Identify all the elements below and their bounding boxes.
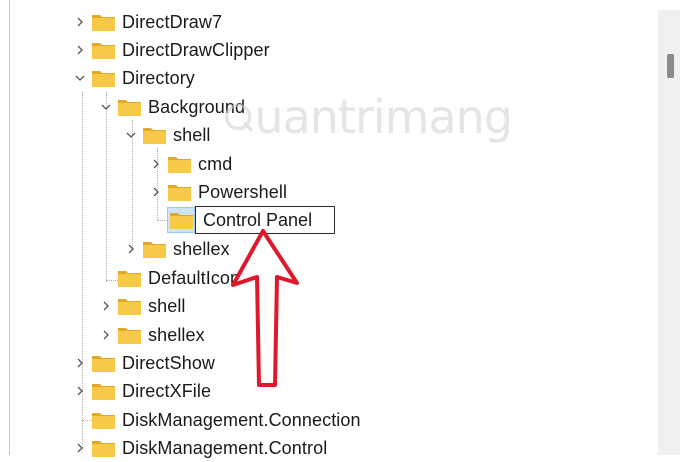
tree-item-label: shellex	[173, 238, 230, 259]
tree-item-label: cmd	[198, 153, 233, 174]
tree-item[interactable]: shellex	[98, 321, 205, 349]
tree-item-label: DirectXFile	[122, 380, 212, 401]
tree-item-label: DirectShow	[122, 352, 216, 373]
tree-item-label: DirectDraw7	[122, 11, 223, 32]
chevron-down-icon[interactable]	[98, 99, 114, 115]
chevron-down-icon[interactable]	[123, 127, 139, 143]
tree-item[interactable]: DirectXFile	[72, 377, 211, 405]
chevron-right-icon[interactable]	[72, 14, 88, 30]
tree-connector	[157, 220, 167, 221]
folder-icon	[143, 126, 166, 144]
tree-item[interactable]: shell	[98, 292, 186, 320]
scrollbar-thumb[interactable]	[667, 54, 674, 78]
tree-item-label: shell	[148, 295, 186, 316]
chevron-right-icon[interactable]	[98, 298, 114, 314]
folder-icon	[143, 240, 166, 258]
tree-item[interactable]: shellex	[123, 235, 230, 263]
chevron-down-icon[interactable]	[72, 70, 88, 86]
folder-icon	[170, 211, 193, 229]
folder-icon	[118, 269, 141, 287]
tree-item-label: shellex	[148, 324, 205, 345]
tree-item[interactable]: DiskManagement.Control	[72, 434, 327, 462]
tree-item[interactable]: Powershell	[148, 178, 287, 206]
tree-item[interactable]: DirectDraw7	[72, 8, 222, 36]
chevron-right-icon[interactable]	[148, 156, 164, 172]
folder-icon	[118, 297, 141, 315]
tree-item[interactable]: DiskManagement.Connection	[72, 406, 361, 434]
folder-icon	[118, 98, 141, 116]
tree-item[interactable]: Directory	[72, 64, 195, 92]
watermark-logo: uantrimang	[222, 82, 513, 152]
folder-icon	[118, 326, 141, 344]
tree-item[interactable]: DirectDrawClipper	[72, 36, 270, 64]
folder-icon	[92, 439, 115, 457]
tree-item-label: DirectDrawClipper	[122, 39, 270, 60]
chevron-right-icon[interactable]	[98, 327, 114, 343]
tree-item-label: shell	[173, 124, 211, 145]
tree-item-label: Directory	[122, 67, 195, 88]
folder-icon	[168, 183, 191, 201]
folder-icon	[92, 13, 115, 31]
chevron-right-icon[interactable]	[148, 184, 164, 200]
folder-icon	[92, 411, 115, 429]
folder-icon	[92, 69, 115, 87]
tree-item[interactable]: DirectShow	[72, 349, 215, 377]
tree-item-label: DiskManagement.Control	[122, 437, 328, 458]
folder-icon	[168, 155, 191, 173]
folder-icon	[92, 382, 115, 400]
chevron-right-icon[interactable]	[123, 241, 139, 257]
watermark-text: uantrimang	[254, 90, 513, 144]
tree-item[interactable]: DefaultIcon	[98, 264, 240, 292]
red-arrow-annotation	[231, 229, 299, 387]
registry-tree: DirectDraw7 DirectDrawClipper Directory …	[0, 0, 655, 458]
tree-item[interactable]: shell	[123, 121, 211, 149]
tree-item-label: DiskManagement.Connection	[122, 409, 361, 430]
tree-item-label: Powershell	[198, 181, 288, 202]
chevron-right-icon[interactable]	[72, 355, 88, 371]
chevron-right-icon[interactable]	[72, 42, 88, 58]
folder-icon	[92, 354, 115, 372]
folder-icon	[92, 41, 115, 59]
chevron-right-icon[interactable]	[72, 440, 88, 456]
chevron-right-icon[interactable]	[72, 383, 88, 399]
watermark-q-icon	[224, 103, 253, 132]
tree-item[interactable]: cmd	[148, 150, 232, 178]
